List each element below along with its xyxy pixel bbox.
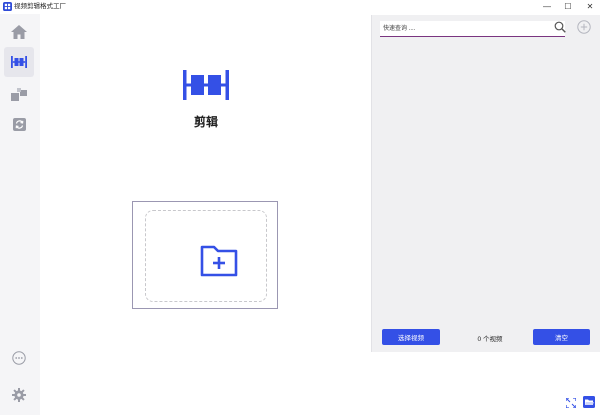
maximize-button[interactable]: ☐ (561, 0, 575, 14)
video-list-panel: 选择视频 0 个视频 清空 (371, 15, 600, 352)
drop-zone-dashed-border (145, 210, 267, 302)
select-video-button[interactable]: 选择视频 (382, 329, 440, 345)
window-title: 视频剪辑格式工厂 (14, 3, 66, 10)
sidebar-item-convert[interactable] (4, 79, 34, 109)
clear-button[interactable]: 清空 (533, 329, 590, 345)
gear-icon (12, 388, 26, 402)
video-count: 0 个视频 (477, 336, 503, 343)
search-box[interactable] (380, 21, 565, 37)
home-icon (11, 25, 27, 39)
sidebar-item-home[interactable] (4, 17, 34, 47)
folder-open-icon[interactable] (583, 396, 595, 408)
sidebar (0, 14, 40, 415)
refresh-icon (12, 117, 26, 131)
folder-add-icon (200, 245, 238, 277)
sidebar-item-refresh[interactable] (4, 109, 34, 139)
sidebar-item-edit[interactable] (4, 47, 34, 77)
blocks-icon (11, 87, 27, 101)
mode-label: 剪辑 (193, 115, 218, 129)
more-icon (12, 351, 26, 365)
video-drop-zone[interactable] (132, 201, 278, 309)
cut-icon (11, 56, 27, 68)
add-circle-icon[interactable] (577, 20, 591, 34)
sidebar-item-settings[interactable] (4, 380, 34, 410)
close-button[interactable]: ✕ (583, 0, 597, 14)
search-icon[interactable] (554, 21, 566, 33)
search-input[interactable] (383, 23, 543, 35)
sidebar-item-more[interactable] (4, 343, 34, 373)
app-logo-icon (3, 2, 12, 11)
app-window: 视频剪辑格式工厂 — ☐ ✕ 剪辑 快速查询 .... 选择视频 0 个视频 清… (0, 0, 600, 415)
title-bar: 视频剪辑格式工厂 — ☐ ✕ (0, 0, 600, 14)
minimize-button[interactable]: — (540, 0, 554, 14)
expand-icon[interactable] (566, 398, 576, 408)
cut-mode-icon (183, 70, 229, 100)
